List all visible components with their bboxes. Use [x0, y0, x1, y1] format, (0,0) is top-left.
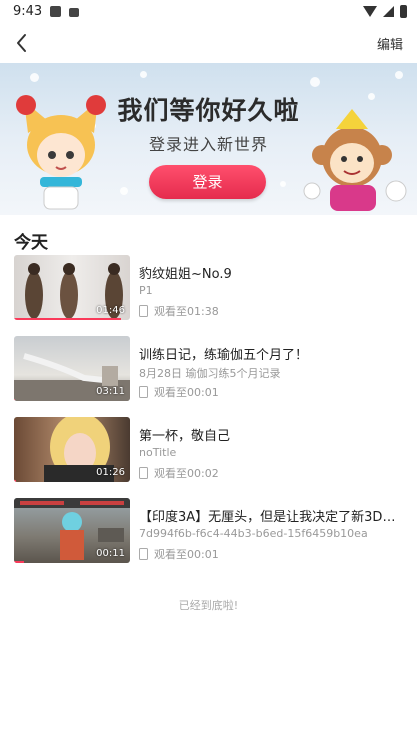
watch-progress-bar [14, 399, 16, 401]
phone-icon [139, 548, 148, 560]
edit-button[interactable]: 编辑 [377, 34, 403, 53]
watch-position-label: 观看至01:38 [154, 305, 219, 318]
duration-label: 01:46 [96, 305, 125, 316]
section-title-today: 今天 [14, 233, 48, 253]
watch-progress-bar [14, 561, 25, 563]
watch-progress-bar [14, 318, 121, 320]
watch-position-label: 观看至00:02 [154, 467, 219, 480]
watch-position: 观看至00:02 [139, 465, 219, 481]
watch-progress-bar [14, 480, 17, 482]
video-thumbnail: 01:46 [14, 255, 130, 320]
video-thumbnail: 03:11 [14, 336, 130, 401]
duration-label: 03:11 [96, 386, 125, 397]
video-thumbnail: 01:26 [14, 417, 130, 482]
snowflake [30, 73, 39, 82]
notification-app-icon [50, 6, 61, 17]
download-icon [69, 8, 79, 17]
duration-label: 00:11 [96, 548, 125, 559]
watch-position-label: 观看至00:01 [154, 548, 219, 561]
signal-icon [383, 6, 394, 17]
status-time: 9:43 [13, 4, 43, 19]
phone-icon [139, 467, 148, 479]
top-bar: 编辑 [0, 24, 417, 62]
item-title: 训练日记，练瑜伽五个月了！ [139, 348, 309, 363]
item-subtitle: 7d994f6b-f6c4-44b3-b6ed-15f6459b10ea [139, 527, 368, 540]
battery-icon [400, 5, 407, 18]
status-right-icons [363, 5, 407, 18]
history-item[interactable]: 01:26 第一杯，敬自己 noTitle 观看至00:02 [0, 417, 417, 482]
item-subtitle: P1 [139, 284, 153, 297]
snowflake [280, 181, 286, 187]
wifi-icon [363, 6, 377, 17]
status-bar: 9:43 [0, 0, 417, 24]
watch-position: 观看至00:01 [139, 546, 219, 562]
back-arrow-icon [17, 34, 26, 52]
item-title: 豹纹姐姐~No.9 [139, 267, 232, 282]
back-button[interactable] [10, 30, 36, 56]
history-item[interactable]: 03:11 训练日记，练瑜伽五个月了！ 8月28日 瑜伽习练5个月记录 观看至0… [0, 336, 417, 401]
watch-position: 观看至00:01 [139, 384, 219, 400]
phone-icon [139, 386, 148, 398]
end-of-list-text: 已经到底啦! [178, 599, 239, 612]
item-title: 第一杯，敬自己 [139, 429, 231, 444]
watch-position: 观看至01:38 [139, 303, 219, 319]
phone-icon [139, 305, 148, 317]
history-item[interactable]: 01:46 豹纹姐姐~No.9 P1 观看至01:38 [0, 255, 417, 320]
item-subtitle: noTitle [139, 446, 177, 459]
snowflake [395, 71, 403, 79]
watch-position-label: 观看至00:01 [154, 386, 219, 399]
item-title: 【印度3A】无厘头，但是让我决定了新3D的… [139, 510, 403, 525]
snowflake [310, 77, 320, 87]
snowflake [120, 187, 128, 195]
duration-label: 01:26 [96, 467, 125, 478]
history-item[interactable]: 00:11 【印度3A】无厘头，但是让我决定了新3D的… 7d994f6b-f6… [0, 498, 417, 563]
snowflake [140, 71, 147, 78]
login-button[interactable]: 登录 [149, 165, 266, 199]
item-subtitle: 8月28日 瑜伽习练5个月记录 [139, 367, 281, 380]
status-left-icons [50, 6, 79, 17]
video-thumbnail: 00:11 [14, 498, 130, 563]
mascot-monkey-illustration [303, 109, 407, 211]
login-banner[interactable]: 我们等你好久啦 登录进入新世界 登录 [0, 63, 417, 215]
